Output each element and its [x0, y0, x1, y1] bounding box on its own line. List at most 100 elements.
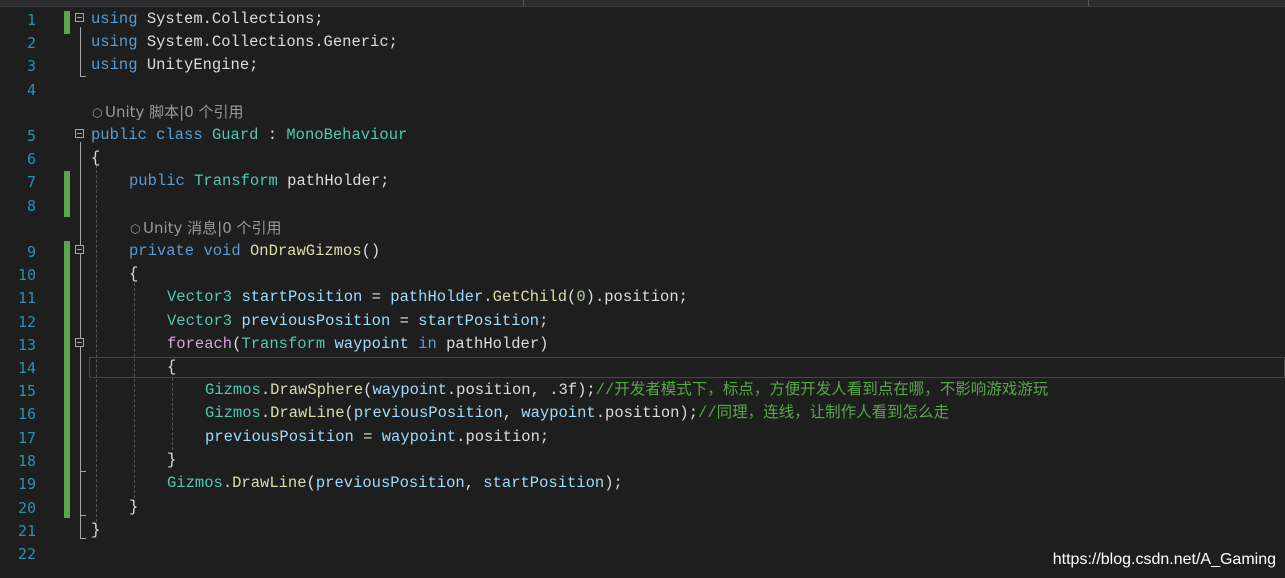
line-number: 2 [26, 34, 36, 52]
watermark-url: https://blog.csdn.net/A_Gaming [1052, 551, 1276, 568]
code-comment: //同理，连线，让制作人看到怎么走 [698, 404, 950, 422]
method-name: DrawLine [232, 474, 307, 492]
keyword: private [129, 242, 195, 260]
unity-cube-icon: ⬡ [92, 106, 103, 120]
code-line[interactable]: 21 } [0, 518, 1285, 541]
keyword: public [129, 172, 185, 190]
type-name: Gizmos [167, 474, 223, 492]
code-line[interactable]: 13 foreach(Transform waypoint in pathHol… [0, 332, 1285, 355]
code-line[interactable]: 11 Vector3 startPosition = pathHolder.Ge… [0, 285, 1285, 308]
code-text: foreach(Transform waypoint in pathHolder… [167, 334, 548, 354]
code-text: Gizmos.DrawLine(previousPosition, startP… [167, 473, 623, 493]
code-token: System.Collections.Generic; [137, 33, 398, 51]
line-number: 1 [26, 11, 36, 29]
code-token: . [483, 288, 493, 306]
code-token: .position, .3f); [446, 381, 596, 399]
collapse-icon[interactable] [75, 129, 84, 138]
code-token: System.Collections; [137, 10, 324, 28]
keyword: in [418, 335, 437, 353]
code-token: UnityEngine; [137, 56, 259, 74]
type-name: Guard [211, 126, 259, 144]
code-token: ).position; [585, 288, 688, 306]
collapse-icon[interactable] [75, 13, 84, 22]
code-text: } [167, 451, 177, 469]
code-token: , [502, 404, 522, 422]
codelens-class[interactable]: ⬡ Unity 脚本|0 个引用 [92, 102, 244, 123]
code-line[interactable]: 1 using System.Collections; [0, 7, 1285, 30]
collapse-icon[interactable] [75, 338, 84, 347]
line-number: 12 [17, 313, 36, 331]
variable-name: previousPosition [205, 428, 354, 446]
code-text: { [167, 358, 177, 376]
code-token: .position; [456, 428, 550, 446]
code-text: } [91, 521, 101, 539]
code-line[interactable]: 15 Gizmos.DrawSphere(waypoint.position, … [0, 378, 1285, 401]
code-line[interactable]: 10 { [0, 262, 1285, 285]
tab-separator [523, 0, 524, 6]
code-line[interactable]: 2 using System.Collections.Generic; [0, 30, 1285, 53]
code-token: : [258, 126, 287, 144]
code-line[interactable]: 9 private void OnDrawGizmos() [0, 239, 1285, 262]
code-line[interactable]: 7 public Transform pathHolder; [0, 169, 1285, 192]
variable-name: previousPosition [315, 474, 465, 492]
collapse-icon[interactable] [75, 245, 84, 254]
code-text: private void OnDrawGizmos() [129, 241, 380, 261]
line-number: 4 [26, 81, 36, 99]
code-text: Gizmos.DrawLine(previousPosition, waypoi… [205, 403, 949, 423]
code-text: Gizmos.DrawSphere(waypoint.position, .3f… [205, 380, 1048, 400]
code-token: = [390, 312, 419, 330]
code-line[interactable]: 3 using UnityEngine; [0, 53, 1285, 76]
code-line[interactable]: 4 [0, 77, 1285, 100]
type-name: Vector3 [167, 312, 233, 330]
type-name: Gizmos [205, 404, 261, 422]
code-comment: //开发者模式下，标点，方便开发人看到点在哪，不影响游戏游玩 [595, 381, 1049, 399]
code-line[interactable]: 5 public class Guard : MonoBehaviour [0, 123, 1285, 146]
code-line[interactable]: 14 { [0, 355, 1285, 378]
code-line[interactable]: 8 [0, 193, 1285, 216]
codelens-row: ⬡ Unity 脚本|0 个引用 [0, 100, 1285, 123]
line-number: 22 [17, 545, 36, 563]
code-line[interactable]: 17 previousPosition = waypoint.position; [0, 425, 1285, 448]
code-token: = [353, 428, 382, 446]
code-text: { [129, 265, 139, 283]
line-number: 14 [17, 359, 36, 377]
variable-name: startPosition [241, 288, 363, 306]
type-name: Transform [241, 335, 326, 353]
line-number: 10 [17, 266, 36, 284]
code-line[interactable]: 18 } [0, 448, 1285, 471]
type-name: Gizmos [205, 381, 261, 399]
line-number: 16 [17, 405, 36, 423]
code-token: . [222, 474, 233, 492]
method-name: DrawSphere [270, 381, 364, 399]
method-name: GetChild [492, 288, 568, 306]
line-number: 18 [17, 452, 36, 470]
code-editor[interactable]: 1 using System.Collections; 2 using Syst… [0, 7, 1285, 578]
line-number: 17 [17, 429, 36, 447]
code-token: pathHolder) [436, 335, 549, 353]
code-line[interactable]: 6 { [0, 146, 1285, 169]
code-text: public class Guard : MonoBehaviour [91, 125, 407, 145]
type-name: Transform [194, 172, 278, 190]
code-line[interactable]: 12 Vector3 previousPosition = startPosit… [0, 309, 1285, 332]
code-token: , [464, 474, 484, 492]
codelens-method[interactable]: ⬡ Unity 消息|0 个引用 [130, 218, 282, 239]
editor-tab-strip[interactable] [0, 0, 1285, 7]
variable-name: previousPosition [241, 312, 391, 330]
keyword: void [203, 242, 241, 260]
line-number: 3 [26, 57, 36, 75]
unity-cube-icon: ⬡ [130, 222, 141, 236]
code-line[interactable]: 19 Gizmos.DrawLine(previousPosition, sta… [0, 471, 1285, 494]
variable-name: waypoint [521, 404, 596, 422]
type-name: MonoBehaviour [286, 126, 408, 144]
code-text: } [129, 498, 139, 516]
keyword: using [91, 33, 138, 51]
type-name: Vector3 [167, 288, 233, 306]
line-number: 6 [26, 150, 36, 168]
variable-name: waypoint [334, 335, 409, 353]
variable-name: previousPosition [353, 404, 503, 422]
code-line[interactable]: 20 } [0, 495, 1285, 518]
code-token: ( [306, 474, 316, 492]
code-text: using System.Collections.Generic; [91, 32, 398, 52]
code-text: using System.Collections; [91, 9, 324, 29]
code-line[interactable]: 16 Gizmos.DrawLine(previousPosition, way… [0, 401, 1285, 424]
